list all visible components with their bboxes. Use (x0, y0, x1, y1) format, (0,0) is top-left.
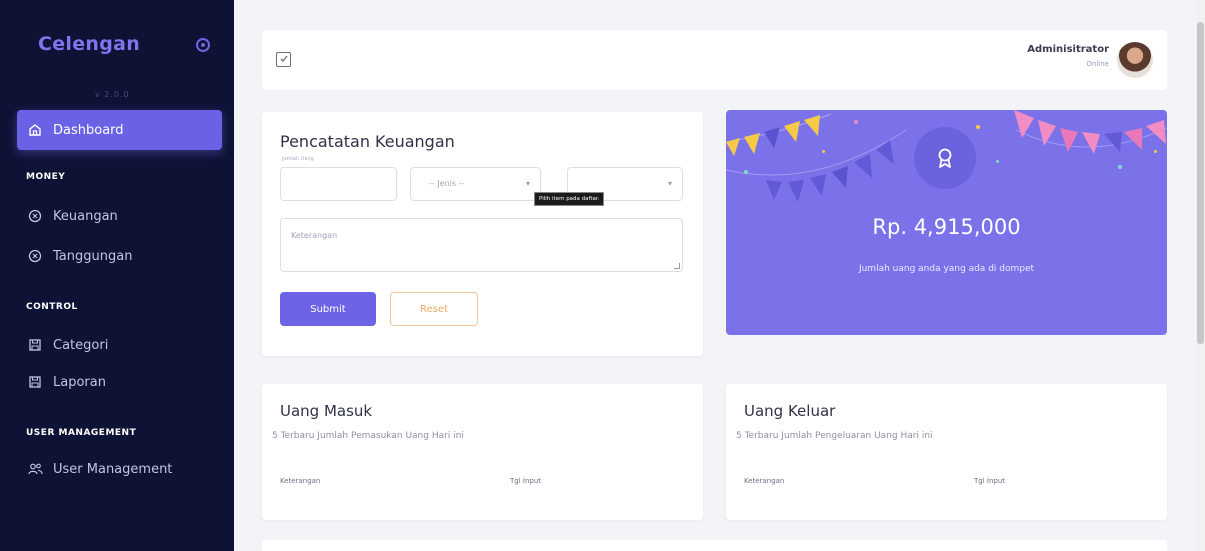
sidebar-item-label: Categori (53, 337, 109, 353)
uang-masuk-subtitle: 5 Terbaru Jumlah Pemasukan Uang Hari ini (272, 431, 464, 441)
column-header-tgl-input: Tgl Input (974, 477, 1006, 485)
sidebar-item-user-management[interactable]: User Management (27, 457, 172, 481)
submit-button[interactable]: Submit (280, 292, 376, 326)
balance-amount: Rp. 4,915,000 (872, 215, 1021, 239)
edit-square-icon[interactable] (276, 52, 291, 67)
jenis-select-value: -- Jenis -- (429, 179, 465, 188)
sidebar-item-laporan[interactable]: Laporan (27, 370, 106, 394)
section-money: MONEY (26, 172, 66, 182)
chevron-down-icon: ▾ (667, 179, 672, 188)
user-status: Online (1086, 60, 1109, 68)
circle-x-icon (27, 248, 43, 264)
section-user-management: USER MANAGEMENT (26, 428, 137, 438)
sidebar-item-label: Dashboard (53, 122, 124, 138)
finance-form-card: Pencatatan Keuangan Jumlah Uang -- Jenis… (262, 112, 703, 356)
save-icon (27, 374, 43, 390)
save-icon (27, 337, 43, 353)
avatar[interactable] (1117, 42, 1153, 78)
keterangan-textarea[interactable]: Keterangan (280, 218, 683, 272)
users-icon (27, 461, 43, 477)
sidebar-item-tanggungan[interactable]: Tanggungan (27, 244, 132, 268)
sidebar-item-dashboard[interactable]: Dashboard (17, 110, 222, 150)
amount-input[interactable] (280, 167, 397, 201)
column-header-tgl-input: Tgl Input (510, 477, 542, 485)
column-header-keterangan: Keterangan (280, 477, 321, 485)
scrollbar-thumb[interactable] (1197, 22, 1204, 344)
uang-keluar-title: Uang Keluar (744, 402, 836, 420)
next-card-peek (262, 540, 1167, 551)
uang-masuk-title: Uang Masuk (280, 402, 373, 420)
section-control: CONTROL (26, 302, 78, 312)
award-icon (914, 127, 976, 189)
sidebar-toggle-icon[interactable] (196, 38, 210, 52)
version-label: v 2.0.0 (95, 90, 130, 99)
sidebar-item-label: Tanggungan (53, 248, 133, 264)
resize-handle-icon[interactable] (674, 263, 680, 269)
page-scrollbar[interactable] (1196, 0, 1205, 551)
circle-x-icon (27, 208, 43, 224)
column-header-keterangan: Keterangan (744, 477, 785, 485)
sidebar-item-label: Laporan (53, 374, 106, 390)
user-name[interactable]: Adminisitrator (1027, 44, 1109, 55)
chevron-down-icon: ▾ (525, 179, 530, 188)
sidebar-item-keuangan[interactable]: Keuangan (27, 204, 118, 228)
sidebar: Celengan v 2.0.0 Dashboard MONEY Keuanga… (0, 0, 234, 551)
select-tooltip: Pilih item pada daftar. (534, 192, 605, 206)
keterangan-placeholder: Keterangan (291, 231, 338, 240)
uang-keluar-subtitle: 5 Terbaru Jumlah Pengeluaran Uang Hari i… (736, 431, 933, 441)
sidebar-item-categori[interactable]: Categori (27, 333, 108, 357)
top-bar: Adminisitrator Online (262, 30, 1167, 90)
form-title: Pencatatan Keuangan (280, 132, 455, 151)
uang-keluar-card: Uang Keluar 5 Terbaru Jumlah Pengeluaran… (726, 384, 1167, 520)
balance-caption: Jumlah uang anda yang ada di dompet (858, 264, 1035, 274)
sidebar-item-label: User Management (53, 461, 173, 477)
balance-card: Rp. 4,915,000 Jumlah uang anda yang ada … (726, 110, 1167, 335)
jenis-select[interactable]: -- Jenis -- ▾ (410, 167, 541, 201)
sidebar-item-label: Keuangan (53, 208, 118, 224)
brand-title[interactable]: Celengan (38, 33, 140, 55)
home-icon (27, 122, 43, 138)
amount-label: Jumlah Uang (282, 156, 314, 162)
uang-masuk-card: Uang Masuk 5 Terbaru Jumlah Pemasukan Ua… (262, 384, 703, 520)
reset-button[interactable]: Reset (390, 292, 478, 326)
